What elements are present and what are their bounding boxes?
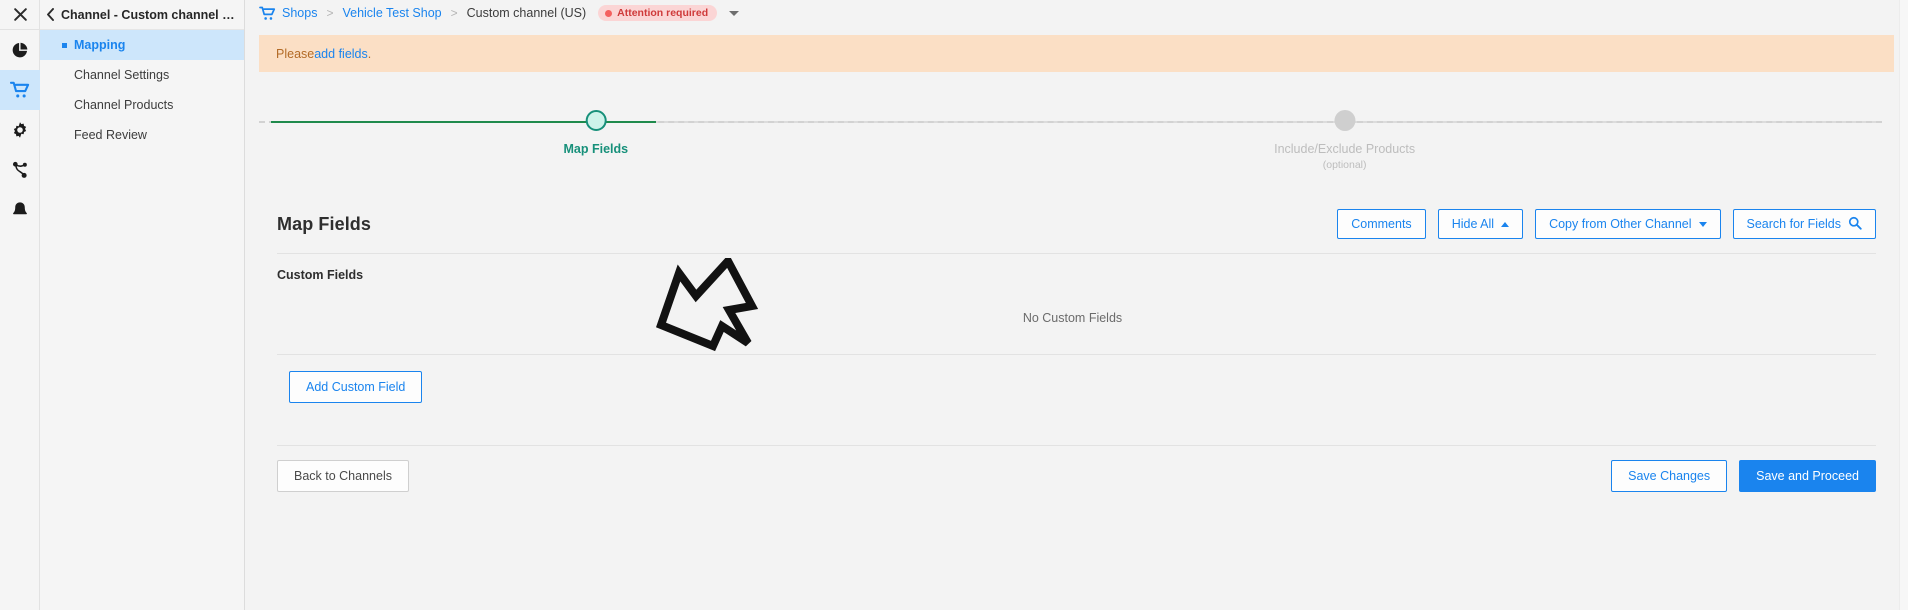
close-icon[interactable] bbox=[0, 0, 40, 30]
hide-all-button[interactable]: Hide All bbox=[1437, 209, 1524, 239]
alert-prefix: Please bbox=[276, 46, 315, 61]
footer-actions: Back to Channels Save Changes Save and P… bbox=[277, 445, 1876, 492]
sidebar-item-label: Feed Review bbox=[74, 128, 147, 142]
step-label: Include/Exclude Products bbox=[1274, 142, 1416, 156]
sidebar-title: Channel - Custom channel (US) bbox=[61, 7, 236, 22]
breadcrumb-current: Custom channel (US) bbox=[466, 6, 587, 20]
analytics-icon[interactable] bbox=[0, 30, 40, 70]
custom-fields-empty-row: No Custom Fields bbox=[277, 282, 1876, 354]
copy-from-other-channel-button[interactable]: Copy from Other Channel bbox=[1535, 209, 1721, 239]
app-window: Channel - Custom channel (US) Mapping Ch… bbox=[0, 0, 1908, 610]
breadcrumb-link-shops[interactable]: Shops bbox=[282, 6, 317, 20]
back-to-channels-button[interactable]: Back to Channels bbox=[277, 460, 409, 492]
shopping-cart-glyph bbox=[10, 81, 30, 97]
breadcrumb: Shops > Vehicle Test Shop > Custom chann… bbox=[245, 0, 1908, 26]
step-include-exclude-products[interactable]: Include/Exclude Products (optional) bbox=[1274, 108, 1415, 171]
breadcrumb-separator: > bbox=[326, 6, 334, 20]
chevron-up-icon bbox=[1501, 221, 1510, 227]
settings-gear-icon[interactable] bbox=[0, 110, 40, 150]
page-footer: Back to Channels Save Changes Save and P… bbox=[259, 445, 1894, 492]
save-and-proceed-button[interactable]: Save and Proceed bbox=[1739, 460, 1876, 492]
shops-cart-icon bbox=[259, 6, 276, 21]
status-dot-icon bbox=[605, 9, 613, 17]
step-node-icon bbox=[585, 110, 607, 131]
comments-label: Comments bbox=[1351, 216, 1412, 231]
close-glyph bbox=[13, 8, 27, 21]
save-changes-label: Save Changes bbox=[1628, 468, 1711, 483]
sidebar-item-feed-review[interactable]: Feed Review bbox=[40, 120, 244, 150]
gear-glyph bbox=[13, 121, 27, 138]
chevron-down-icon[interactable] bbox=[729, 10, 740, 16]
chevron-left-icon bbox=[46, 8, 55, 21]
sidebar-item-label: Mapping bbox=[74, 38, 126, 52]
pie-chart-glyph bbox=[12, 42, 28, 57]
map-fields-card: Map Fields Comments Hide All Copy from O… bbox=[259, 203, 1894, 403]
status-badge-label: Attention required bbox=[617, 7, 709, 19]
notifications-bell-icon[interactable] bbox=[0, 190, 40, 230]
card-toolbar: Comments Hide All Copy from Other Channe… bbox=[1337, 209, 1876, 239]
chevron-left-glyph bbox=[47, 8, 54, 21]
add-custom-field-button[interactable]: Add Custom Field bbox=[289, 371, 423, 403]
sidebar-item-label: Channel Settings bbox=[74, 68, 170, 82]
card-header: Map Fields Comments Hide All Copy from O… bbox=[277, 203, 1876, 253]
shopping-cart-glyph bbox=[259, 6, 276, 20]
footer-primary-actions: Save Changes Save and Proceed bbox=[1611, 460, 1876, 492]
custom-fields-label: Custom Fields bbox=[277, 268, 364, 282]
magnifier-glyph bbox=[1848, 216, 1862, 230]
sidebar-nav: Mapping Channel Settings Channel Product… bbox=[40, 30, 244, 150]
sidebar-item-channel-settings[interactable]: Channel Settings bbox=[40, 60, 244, 90]
sidebar-item-label: Channel Products bbox=[74, 98, 174, 112]
copy-from-other-channel-label: Copy from Other Channel bbox=[1549, 216, 1692, 231]
alert-banner: Please add fields. bbox=[259, 35, 1894, 72]
breadcrumb-link-shop[interactable]: Vehicle Test Shop bbox=[342, 6, 441, 20]
integrations-icon[interactable] bbox=[0, 150, 40, 190]
main-content: Shops > Vehicle Test Shop > Custom chann… bbox=[245, 0, 1908, 610]
sidebar-back-header[interactable]: Channel - Custom channel (US) bbox=[40, 0, 244, 30]
status-badge[interactable]: Attention required bbox=[598, 5, 718, 21]
search-for-fields-label: Search for Fields bbox=[1746, 216, 1841, 231]
hide-all-label: Hide All bbox=[1451, 216, 1495, 231]
step-label: Map Fields bbox=[563, 142, 629, 156]
empty-state-text: No Custom Fields bbox=[1022, 311, 1123, 325]
alert-suffix: . bbox=[367, 46, 372, 61]
step-map-fields[interactable]: Map Fields bbox=[563, 108, 629, 156]
chevron-down-icon bbox=[1698, 221, 1707, 227]
add-custom-field-wrap: Add Custom Field bbox=[277, 355, 1876, 403]
share-nodes-glyph bbox=[12, 161, 27, 178]
selected-bullet-icon bbox=[62, 43, 67, 48]
step-sublabel: (optional) bbox=[1322, 159, 1367, 171]
shops-cart-icon[interactable] bbox=[0, 70, 40, 110]
page-title: Map Fields bbox=[277, 213, 372, 234]
channel-sidebar: Channel - Custom channel (US) Mapping Ch… bbox=[40, 0, 245, 610]
sidebar-item-mapping[interactable]: Mapping bbox=[40, 30, 244, 60]
sidebar-item-channel-products[interactable]: Channel Products bbox=[40, 90, 244, 120]
search-for-fields-button[interactable]: Search for Fields bbox=[1732, 209, 1876, 239]
progress-stepper: Map Fields Include/Exclude Products (opt… bbox=[259, 108, 1894, 180]
breadcrumb-separator: > bbox=[450, 6, 458, 20]
add-custom-field-label: Add Custom Field bbox=[306, 379, 406, 394]
alert-add-fields-link[interactable]: add fields bbox=[314, 47, 368, 61]
page-right-edge bbox=[1899, 0, 1908, 610]
bell-glyph bbox=[13, 201, 27, 214]
step-node-icon bbox=[1334, 110, 1356, 131]
comments-button[interactable]: Comments bbox=[1337, 209, 1426, 239]
icon-rail bbox=[0, 0, 40, 610]
back-to-channels-label: Back to Channels bbox=[294, 468, 392, 483]
save-changes-button[interactable]: Save Changes bbox=[1611, 460, 1728, 492]
save-and-proceed-label: Save and Proceed bbox=[1756, 468, 1859, 483]
search-icon bbox=[1848, 216, 1862, 233]
